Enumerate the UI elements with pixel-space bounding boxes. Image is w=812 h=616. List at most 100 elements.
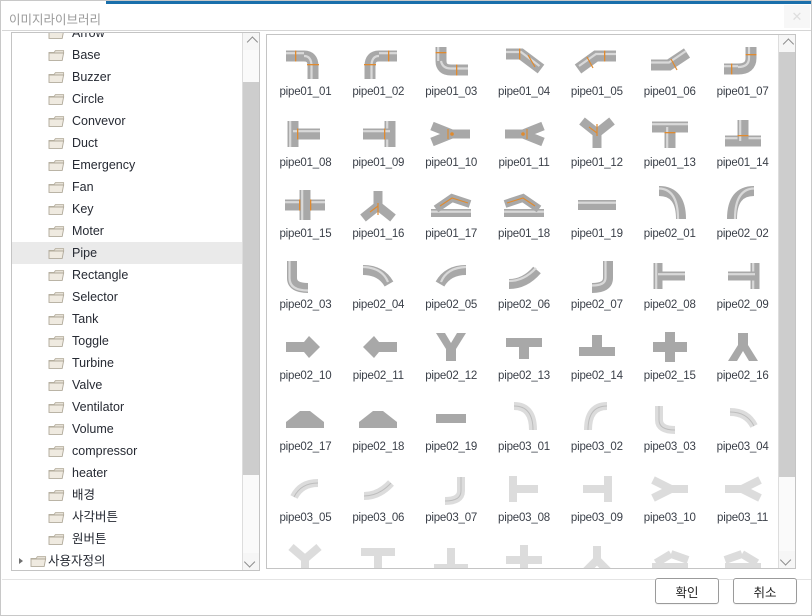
grid-item-pipe01_04[interactable]: pipe01_04 xyxy=(489,39,560,110)
sidebar-item-key[interactable]: Key xyxy=(12,198,243,220)
grid-item-pipe02_15[interactable]: pipe02_15 xyxy=(634,323,705,394)
close-icon[interactable]: ✕ xyxy=(784,5,810,28)
sidebar-item-buzzer[interactable]: Buzzer xyxy=(12,66,243,88)
grid-item-pipe01_05[interactable]: pipe01_05 xyxy=(561,39,632,110)
grid-item-pipe03_17[interactable]: pipe03_17 xyxy=(634,536,705,568)
grid-item-pipe01_14[interactable]: pipe01_14 xyxy=(707,110,778,181)
category-tree-list[interactable]: Arrow Base Buzzer Circle Convevor Duct Emergen… xyxy=(12,33,243,570)
grid-item-pipe02_14[interactable]: pipe02_14 xyxy=(561,323,632,394)
grid-item-pipe01_09[interactable]: pipe01_09 xyxy=(343,110,414,181)
tree-scroll-up-icon[interactable] xyxy=(243,33,259,50)
grid-item-pipe01_02[interactable]: pipe01_02 xyxy=(343,39,414,110)
grid-item-label: pipe03_03 xyxy=(643,441,696,453)
grid-item-pipe03_08[interactable]: pipe03_08 xyxy=(489,465,560,536)
grid-item-pipe03_14[interactable]: pipe03_14 xyxy=(416,536,487,568)
grid-item-pipe01_11[interactable]: pipe01_11 xyxy=(489,110,560,181)
grid-item-pipe03_04[interactable]: pipe03_04 xyxy=(707,394,778,465)
grid-item-pipe02_07[interactable]: pipe02_07 xyxy=(561,252,632,323)
sidebar-item-pipe[interactable]: Pipe xyxy=(12,242,243,264)
tree-scroll-thumb[interactable] xyxy=(243,82,259,475)
grid-item-pipe03_09[interactable]: pipe03_09 xyxy=(561,465,632,536)
grid-item-pipe01_19[interactable]: pipe01_19 xyxy=(561,181,632,252)
grid-scroll-track[interactable] xyxy=(779,52,795,551)
grid-item-pipe03_02[interactable]: pipe03_02 xyxy=(561,394,632,465)
grid-item-pipe03_10[interactable]: pipe03_10 xyxy=(634,465,705,536)
sidebar-item-원버튼[interactable]: 원버튼 xyxy=(12,528,243,550)
sidebar-item-배경[interactable]: 배경 xyxy=(12,484,243,506)
grid-item-pipe03_15[interactable]: pipe03_15 xyxy=(489,536,560,568)
ok-button[interactable]: 확인 xyxy=(655,578,719,604)
grid-item-pipe02_16[interactable]: pipe02_16 xyxy=(707,323,778,394)
sidebar-item-fan[interactable]: Fan xyxy=(12,176,243,198)
grid-item-pipe02_17[interactable]: pipe02_17 xyxy=(270,394,341,465)
sidebar-item-label: Emergency xyxy=(72,158,136,172)
grid-item-pipe02_11[interactable]: pipe02_11 xyxy=(343,323,414,394)
sidebar-item-tank[interactable]: Tank xyxy=(12,308,243,330)
grid-item-pipe01_08[interactable]: pipe01_08 xyxy=(270,110,341,181)
sidebar-item-compressor[interactable]: compressor xyxy=(12,440,243,462)
grid-item-pipe03_18[interactable]: pipe03_18 xyxy=(707,536,778,568)
grid-item-pipe02_05[interactable]: pipe02_05 xyxy=(416,252,487,323)
grid-item-pipe02_13[interactable]: pipe02_13 xyxy=(489,323,560,394)
grid-item-pipe02_18[interactable]: pipe02_18 xyxy=(343,394,414,465)
sidebar-item-emergency[interactable]: Emergency xyxy=(12,154,243,176)
sidebar-item-moter[interactable]: Moter xyxy=(12,220,243,242)
grid-item-pipe01_07[interactable]: pipe01_07 xyxy=(707,39,778,110)
grid-item-pipe03_05[interactable]: pipe03_05 xyxy=(270,465,341,536)
sidebar-item-convevor[interactable]: Convevor xyxy=(12,110,243,132)
grid-item-pipe01_01[interactable]: pipe01_01 xyxy=(270,39,341,110)
grid-item-pipe02_03[interactable]: pipe02_03 xyxy=(270,252,341,323)
sidebar-item-duct[interactable]: Duct xyxy=(12,132,243,154)
grid-item-pipe02_19[interactable]: pipe02_19 xyxy=(416,394,487,465)
grid-item-pipe03_12[interactable]: pipe03_12 xyxy=(270,536,341,568)
sidebar-item-valve[interactable]: Valve xyxy=(12,374,243,396)
tree-scrollbar[interactable] xyxy=(242,33,259,570)
grid-item-pipe02_12[interactable]: pipe02_12 xyxy=(416,323,487,394)
grid-item-pipe01_13[interactable]: pipe01_13 xyxy=(634,110,705,181)
tree-scroll-track[interactable] xyxy=(243,50,259,553)
cancel-button[interactable]: 취소 xyxy=(733,578,797,604)
grid-item-pipe03_03[interactable]: pipe03_03 xyxy=(634,394,705,465)
grid-item-pipe01_18[interactable]: pipe01_18 xyxy=(489,181,560,252)
grid-item-pipe02_09[interactable]: pipe02_09 xyxy=(707,252,778,323)
grid-item-pipe03_13[interactable]: pipe03_13 xyxy=(343,536,414,568)
grid-item-pipe01_10[interactable]: pipe01_10 xyxy=(416,110,487,181)
sidebar-item-arrow[interactable]: Arrow xyxy=(12,33,243,44)
sidebar-item-selector[interactable]: Selector xyxy=(12,286,243,308)
grid-item-pipe03_06[interactable]: pipe03_06 xyxy=(343,465,414,536)
grid-item-pipe02_02[interactable]: pipe02_02 xyxy=(707,181,778,252)
grid-item-pipe01_17[interactable]: pipe01_17 xyxy=(416,181,487,252)
grid-item-pipe02_06[interactable]: pipe02_06 xyxy=(489,252,560,323)
grid-item-pipe03_16[interactable]: pipe03_16 xyxy=(561,536,632,568)
grid-item-pipe01_03[interactable]: pipe01_03 xyxy=(416,39,487,110)
grid-item-pipe03_11[interactable]: pipe03_11 xyxy=(707,465,778,536)
grid-scroll-up-icon[interactable] xyxy=(779,35,795,52)
sidebar-item-turbine[interactable]: Turbine xyxy=(12,352,243,374)
grid-scroll-down-icon[interactable] xyxy=(779,551,795,568)
grid-item-pipe01_12[interactable]: pipe01_12 xyxy=(561,110,632,181)
grid-item-pipe01_15[interactable]: pipe01_15 xyxy=(270,181,341,252)
grid-item-pipe01_16[interactable]: pipe01_16 xyxy=(343,181,414,252)
chevron-right-icon[interactable] xyxy=(19,558,23,564)
sidebar-item-ventilator[interactable]: Ventilator xyxy=(12,396,243,418)
grid-scrollbar[interactable] xyxy=(778,35,795,568)
grid-item-pipe02_08[interactable]: pipe02_08 xyxy=(634,252,705,323)
sidebar-item-rectangle[interactable]: Rectangle xyxy=(12,264,243,286)
grid-item-pipe02_04[interactable]: pipe02_04 xyxy=(343,252,414,323)
sidebar-item-circle[interactable]: Circle xyxy=(12,88,243,110)
grid-item-pipe03_07[interactable]: pipe03_07 xyxy=(416,465,487,536)
grid-item-pipe02_01[interactable]: pipe02_01 xyxy=(634,181,705,252)
grid-item-pipe02_10[interactable]: pipe02_10 xyxy=(270,323,341,394)
sidebar-item-base[interactable]: Base xyxy=(12,44,243,66)
grid-item-pipe03_01[interactable]: pipe03_01 xyxy=(489,394,560,465)
sidebar-item-toggle[interactable]: Toggle xyxy=(12,330,243,352)
image-grid[interactable]: pipe01_01 pipe01_02 pipe01_03 pipe01_04 pipe… xyxy=(267,35,778,568)
sidebar-item-사각버튼[interactable]: 사각버튼 xyxy=(12,506,243,528)
sidebar-item-heater[interactable]: heater xyxy=(12,462,243,484)
sidebar-item-사용자정의[interactable]: 사용자정의 xyxy=(12,550,243,570)
grid-scroll-thumb[interactable] xyxy=(779,52,795,477)
tree-scroll-down-icon[interactable] xyxy=(243,553,259,570)
wye-down-icon xyxy=(352,183,404,227)
sidebar-item-volume[interactable]: Volume xyxy=(12,418,243,440)
grid-item-pipe01_06[interactable]: pipe01_06 xyxy=(634,39,705,110)
